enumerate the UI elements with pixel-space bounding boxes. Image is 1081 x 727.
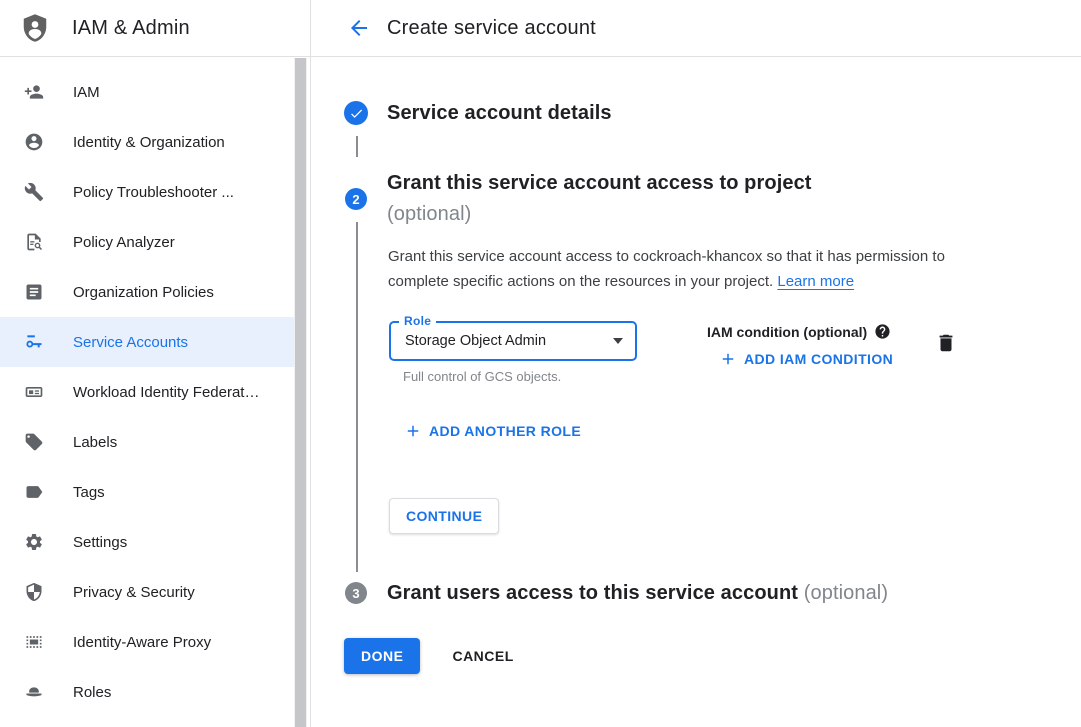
stepper-connector-1 [356,136,358,157]
sidebar-scrollbar-thumb[interactable] [295,58,306,727]
iam-admin-shield-icon [20,13,50,43]
chevron-down-icon [613,338,623,344]
hat-icon [24,682,44,702]
help-icon[interactable] [874,323,891,340]
step-2-title: Grant this service account access to pro… [387,168,812,230]
step-3-row: 3 Grant users access to this service acc… [344,580,1081,606]
label-tag-icon [24,432,44,452]
sidebar-nav: IAM Identity & Organization Policy Troub… [0,57,310,717]
page-title: Create service account [387,17,596,40]
person-add-icon [24,82,44,102]
tag-arrow-icon [24,482,44,502]
sidebar-item-label: Organization Policies [73,284,214,301]
role-select-value: Storage Object Admin [405,333,613,349]
sidebar-item-roles[interactable]: Roles [0,667,295,717]
step-2-row: 2 Grant this service account access to p… [344,168,1081,230]
step-1-complete-icon [344,101,368,125]
plus-icon [404,422,422,440]
badge-card-icon [24,382,44,402]
wrench-icon [24,182,44,202]
role-helper-text: Full control of GCS objects. [403,369,637,384]
shield-icon [24,582,44,602]
role-row: Storage Object Admin Role Full control o… [389,314,1081,384]
continue-button[interactable]: CONTINUE [389,498,499,534]
role-field-group: Storage Object Admin Role Full control o… [389,314,637,384]
sidebar-item-label: Policy Troubleshooter ... [73,184,234,201]
service-account-key-icon [24,332,44,352]
iam-condition-block: IAM condition (optional) ADD IAM CONDITI… [707,323,893,368]
step-3-optional-label: (optional) [804,582,888,604]
add-another-role-button[interactable]: ADD ANOTHER ROLE [404,422,581,440]
cancel-button[interactable]: CANCEL [452,648,513,664]
sidebar-item-label: IAM [73,84,100,101]
sidebar-item-policy-analyzer[interactable]: Policy Analyzer [0,217,295,267]
step-3-title: Grant users access to this service accou… [387,580,888,606]
sidebar-item-settings[interactable]: Settings [0,517,295,567]
sidebar-item-workload-identity-federation[interactable]: Workload Identity Federat… [0,367,295,417]
sidebar-item-label: Labels [73,434,117,451]
app-title: IAM & Admin [72,17,190,40]
sidebar: IAM & Admin IAM Identity & Organization [0,0,311,727]
step-3-number-badge: 3 [345,582,367,604]
sidebar-item-organization-policies[interactable]: Organization Policies [0,267,295,317]
done-button[interactable]: DONE [344,638,420,674]
sidebar-item-label: Privacy & Security [73,584,195,601]
delete-role-button[interactable] [935,332,957,354]
step-2-optional-label: (optional) [387,203,471,225]
learn-more-link[interactable]: Learn more [777,273,854,290]
step-1-title: Service account details [387,100,612,126]
sidebar-item-label: Roles [73,684,111,701]
sidebar-header: IAM & Admin [0,0,310,57]
form-actions: DONE CANCEL [344,638,1081,674]
account-circle-icon [24,132,44,152]
sidebar-item-label: Tags [73,484,105,501]
sidebar-item-identity-organization[interactable]: Identity & Organization [0,117,295,167]
arrow-back-icon [347,16,371,40]
sidebar-item-privacy-security[interactable]: Privacy & Security [0,567,295,617]
sidebar-item-label: Settings [73,534,127,551]
create-service-account-form: Service account details 2 Grant this ser… [311,57,1081,727]
proxy-grid-icon [24,632,44,652]
add-iam-condition-button[interactable]: ADD IAM CONDITION [719,350,893,368]
document-lines-icon [24,282,44,302]
sidebar-item-label: Service Accounts [73,334,188,351]
sidebar-item-policy-troubleshooter[interactable]: Policy Troubleshooter ... [0,167,295,217]
sidebar-item-iam[interactable]: IAM [0,67,295,117]
policy-analyzer-icon [24,232,44,252]
sidebar-item-label: Workload Identity Federat… [73,384,259,401]
sidebar-item-service-accounts[interactable]: Service Accounts [0,317,295,367]
step-2-description: Grant this service account access to coc… [388,244,980,294]
sidebar-item-label: Identity & Organization [73,134,225,151]
back-button[interactable] [347,16,371,40]
stepper-connector-2 [356,222,358,572]
main-panel: Create service account Service account d… [311,0,1081,727]
trash-icon [935,342,957,357]
sidebar-item-labels[interactable]: Labels [0,417,295,467]
plus-icon [719,350,737,368]
gear-icon [24,532,44,552]
main-header: Create service account [311,0,1081,57]
sidebar-item-label: Identity-Aware Proxy [73,634,211,651]
step-1-row: Service account details [344,100,1081,126]
iam-condition-label: IAM condition (optional) [707,324,867,340]
sidebar-item-label: Policy Analyzer [73,234,175,251]
app-window: IAM & Admin IAM Identity & Organization [0,0,1081,727]
sidebar-item-tags[interactable]: Tags [0,467,295,517]
sidebar-item-identity-aware-proxy[interactable]: Identity-Aware Proxy [0,617,295,667]
role-field-label: Role [399,314,436,328]
sidebar-scrollbar[interactable] [294,58,307,727]
step-2-number-badge: 2 [345,188,367,210]
